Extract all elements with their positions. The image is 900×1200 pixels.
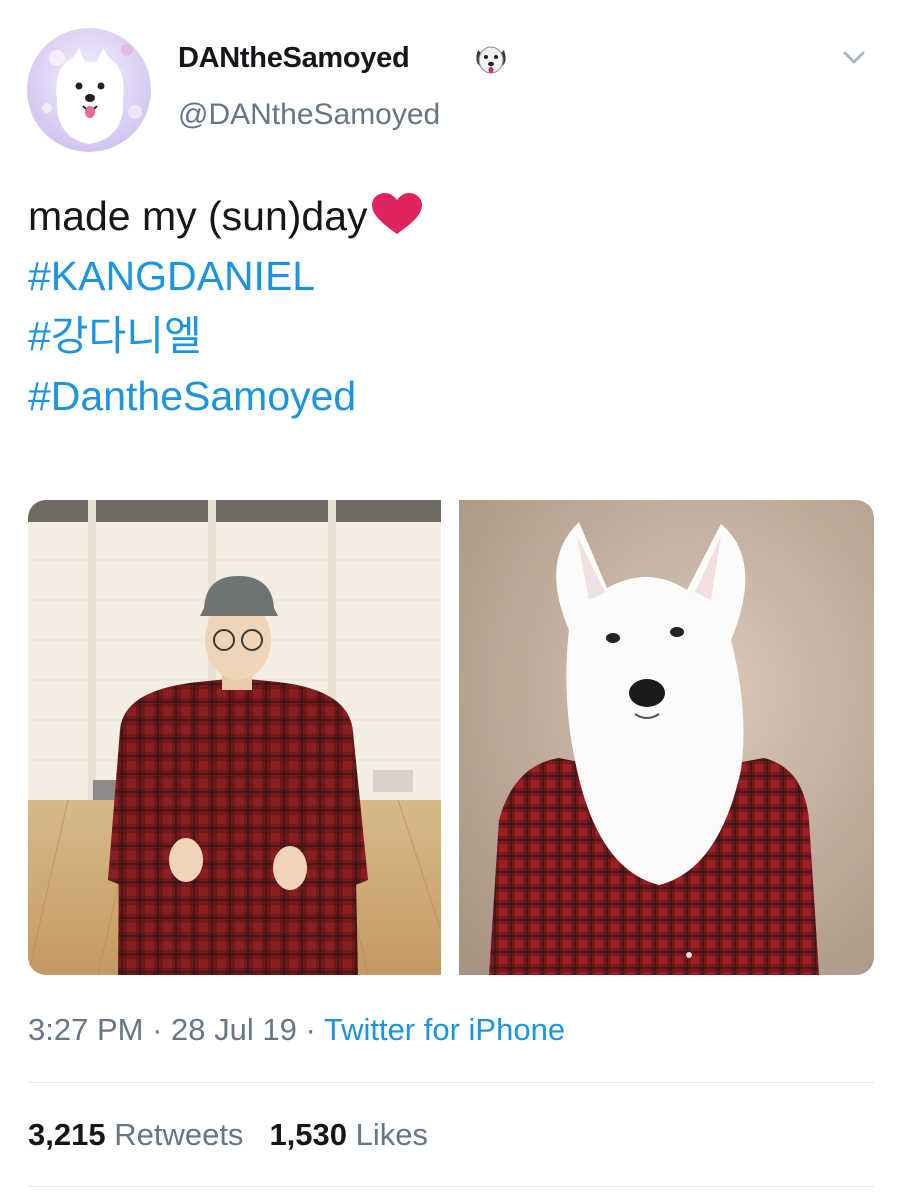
tweet-text: made my (sun)day #KANGDANIEL #강다니엘 #Dant… [28, 186, 868, 426]
likes-stat[interactable]: 1,530 Likes [269, 1117, 428, 1152]
tweet-sentence: made my (sun)day [28, 193, 368, 239]
tweet-source-link[interactable]: Twitter for iPhone [324, 1012, 565, 1047]
tweet-media [28, 500, 874, 975]
author-handle[interactable]: @DANtheSamoyed [178, 98, 440, 132]
hashtag-kangdaniel-korean[interactable]: #강다니엘 [28, 306, 868, 366]
divider [28, 1082, 874, 1083]
dog-face-icon [476, 46, 506, 74]
meta-separator: · [296, 1012, 324, 1047]
samoyed-avatar-icon [42, 44, 142, 144]
avatar[interactable] [27, 28, 151, 152]
red-heart-icon [371, 193, 422, 234]
retweets-count: 3,215 [28, 1117, 106, 1152]
retweets-label: Retweets [114, 1117, 244, 1152]
man-in-plaid-shirt-photo[interactable] [28, 500, 441, 975]
retweets-stat[interactable]: 3,215 Retweets [28, 1117, 243, 1152]
likes-label: Likes [355, 1117, 429, 1152]
author-display-name[interactable]: DANtheSamoyed [178, 42, 410, 75]
chevron-down-icon[interactable] [837, 40, 871, 74]
likes-count: 1,530 [269, 1117, 348, 1152]
hashtag-danthesamoyed[interactable]: #DantheSamoyed [28, 366, 868, 426]
tweet-date[interactable]: 28 Jul 19 [171, 1012, 297, 1047]
tweet-header: DANtheSamoyed @DANtheSamoyed [27, 28, 877, 152]
tweet-time[interactable]: 3:27 PM [28, 1012, 143, 1047]
tweet-text-line: made my (sun)day [28, 186, 868, 246]
divider [28, 1186, 874, 1187]
tweet-meta: 3:27 PM · 28 Jul 19 · Twitter for iPhone [28, 1012, 565, 1048]
hashtag-kangdaniel[interactable]: #KANGDANIEL [28, 246, 868, 306]
tweet-stats: 3,215 Retweets 1,530 Likes [28, 1117, 428, 1153]
samoyed-in-plaid-shirt-photo[interactable] [459, 500, 874, 975]
meta-separator: · [143, 1012, 172, 1047]
